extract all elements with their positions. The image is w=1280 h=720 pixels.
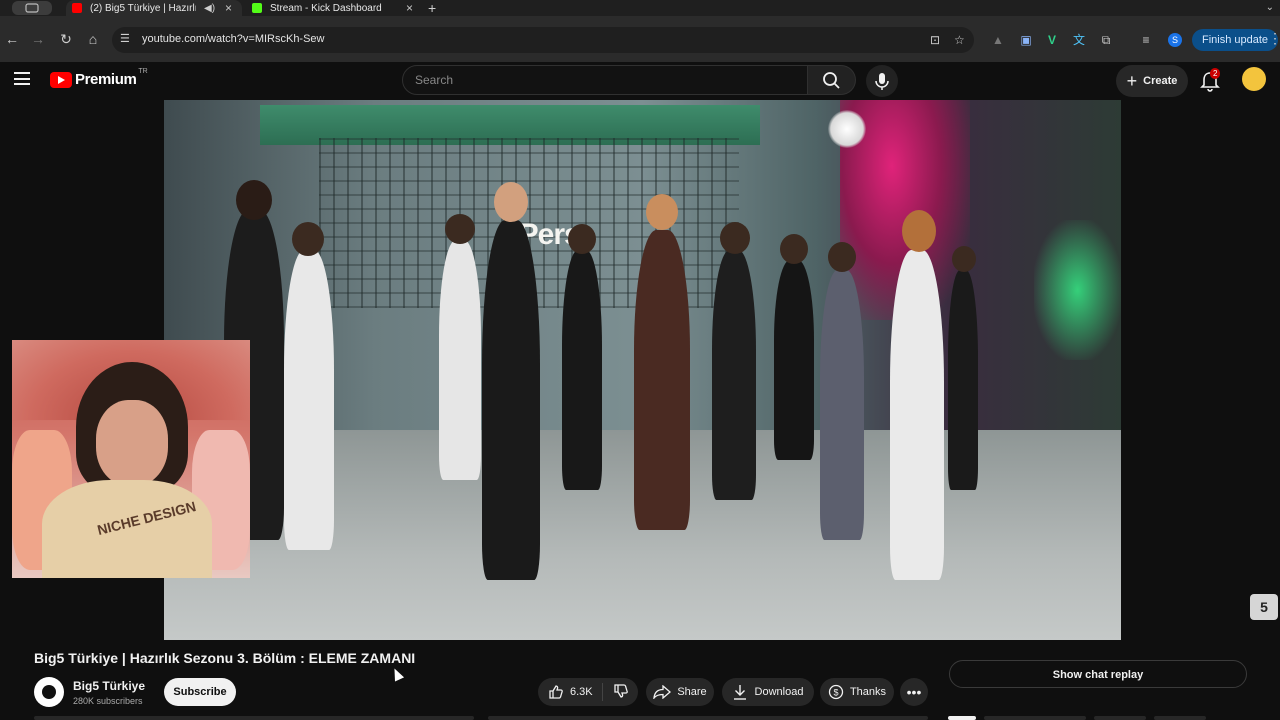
home-button[interactable]: ⌂	[83, 30, 103, 48]
dancer-figure	[634, 194, 690, 530]
new-tab-button[interactable]: +	[428, 0, 436, 16]
browser-toolbar: ← → ↻ ⌂ ☰ youtube.com/watch?v=MIRscKh-Se…	[0, 16, 1280, 62]
reading-list-icon[interactable]: ≡	[1138, 32, 1154, 48]
account-avatar[interactable]	[1242, 67, 1266, 91]
url-text: youtube.com/watch?v=MIRscKh-Sew	[142, 33, 325, 45]
share-button[interactable]: Share	[646, 678, 714, 706]
channel-name[interactable]: Big5 Türkiye	[73, 679, 145, 693]
share-icon	[653, 685, 672, 699]
channel-watermark-logo[interactable]: 5	[1250, 594, 1278, 620]
kick-favicon-icon	[252, 3, 262, 13]
tab-youtube[interactable]: (2) Big5 Türkiye | Hazırlık ◀) ×	[66, 0, 242, 16]
thumbs-down-icon	[614, 683, 628, 698]
tab-search-chevron-icon[interactable]: ⌄	[1266, 0, 1274, 16]
mouse-cursor-icon	[389, 666, 405, 682]
plus-icon: +	[1126, 71, 1138, 91]
browser-menu-icon[interactable]: ⋮	[1268, 30, 1280, 47]
svg-text:$: $	[833, 688, 838, 698]
speaker-icon[interactable]: ◀)	[204, 3, 215, 14]
download-icon	[733, 685, 746, 700]
finish-update-button[interactable]: Finish update	[1192, 29, 1279, 51]
close-tab-icon[interactable]: ×	[406, 1, 413, 15]
tab-group-icon	[25, 3, 39, 13]
dancer-figure	[890, 210, 944, 580]
more-actions-button[interactable]: •••	[900, 678, 928, 706]
mic-icon	[875, 73, 889, 90]
like-button[interactable]: 6.3K	[538, 683, 603, 701]
v-extension-icon[interactable]: V	[1044, 32, 1060, 48]
download-button[interactable]: Download	[722, 678, 814, 706]
subscribe-button[interactable]: Subscribe	[164, 678, 236, 706]
youtube-play-icon	[50, 71, 72, 88]
browser-tab-strip: (2) Big5 Türkiye | Hazırlık ◀) × Stream …	[0, 0, 1280, 16]
extensions-puzzle-icon[interactable]: ⧉	[1098, 32, 1114, 48]
thanks-icon: $	[828, 684, 844, 700]
dancer-figure	[482, 182, 540, 580]
profile-avatar[interactable]: S	[1168, 33, 1182, 47]
dancer-figure	[820, 242, 864, 540]
tab-title: Stream - Kick Dashboard	[270, 2, 382, 14]
search-placeholder: Search	[415, 73, 454, 87]
channel-avatar[interactable]	[34, 677, 64, 707]
dancer-figure	[562, 224, 602, 490]
video-title: Big5 Türkiye | Hazırlık Sezonu 3. Bölüm …	[34, 650, 416, 666]
youtube-header: Premium TR Search + Create 2	[0, 62, 1280, 100]
tab-title: (2) Big5 Türkiye | Hazırlık	[90, 2, 196, 14]
dislike-button[interactable]	[603, 683, 629, 702]
show-chat-replay-button[interactable]: Show chat replay	[949, 660, 1247, 688]
video-frame-spotlight	[828, 110, 866, 148]
video-frame-green-light	[1034, 220, 1121, 360]
like-dislike-group: 6.3K	[538, 678, 638, 706]
install-app-icon[interactable]: ⊡	[930, 33, 940, 47]
translate-extension-icon[interactable]: ▣	[1018, 32, 1034, 48]
below-fold-strip	[0, 714, 1280, 720]
create-button[interactable]: + Create	[1116, 65, 1188, 97]
dancer-figure	[774, 234, 814, 460]
logo-country: TR	[138, 68, 148, 75]
webcam-overlay: NICHE DESIGN	[12, 340, 250, 578]
bookmark-star-icon[interactable]: ☆	[954, 33, 965, 47]
create-label: Create	[1143, 75, 1178, 87]
tab-group-chip[interactable]	[12, 1, 52, 15]
close-tab-icon[interactable]: ×	[225, 1, 232, 15]
logo-text: Premium	[75, 71, 137, 88]
search-button[interactable]	[808, 65, 856, 95]
thanks-button[interactable]: $ Thanks	[820, 678, 894, 706]
webcam-person-face	[96, 400, 168, 486]
translate-icon[interactable]: 文	[1071, 32, 1087, 48]
dancer-figure	[948, 246, 978, 490]
thumbs-up-icon	[549, 685, 563, 699]
channel-subscriber-count: 280K subscribers	[73, 696, 143, 706]
video-player[interactable]: -yPers	[164, 100, 1121, 640]
tab-kick[interactable]: Stream - Kick Dashboard ×	[246, 0, 422, 16]
forward-button[interactable]: →	[28, 30, 48, 48]
share-label: Share	[677, 686, 707, 698]
dancer-figure	[712, 222, 756, 500]
reload-button[interactable]: ↻	[56, 30, 76, 48]
youtube-favicon-icon	[72, 3, 82, 13]
search-input[interactable]: Search	[402, 65, 808, 95]
dancer-figure	[284, 222, 334, 550]
search-icon	[823, 72, 840, 89]
youtube-premium-logo[interactable]: Premium TR	[50, 68, 148, 88]
menu-hamburger-icon[interactable]	[14, 72, 30, 85]
back-button[interactable]: ←	[2, 30, 22, 48]
address-bar[interactable]: ☰ youtube.com/watch?v=MIRscKh-Sew ⊡ ☆	[112, 27, 974, 53]
more-horizontal-icon: •••	[906, 684, 922, 700]
like-count: 6.3K	[570, 686, 593, 698]
voice-search-button[interactable]	[866, 65, 898, 97]
notifications-button[interactable]: 2	[1200, 68, 1222, 92]
site-info-icon[interactable]: ☰	[120, 32, 134, 46]
download-label: Download	[754, 686, 804, 698]
extension-icon[interactable]: ▲	[990, 32, 1006, 48]
thanks-label: Thanks	[849, 686, 887, 698]
dancer-figure	[439, 214, 481, 480]
